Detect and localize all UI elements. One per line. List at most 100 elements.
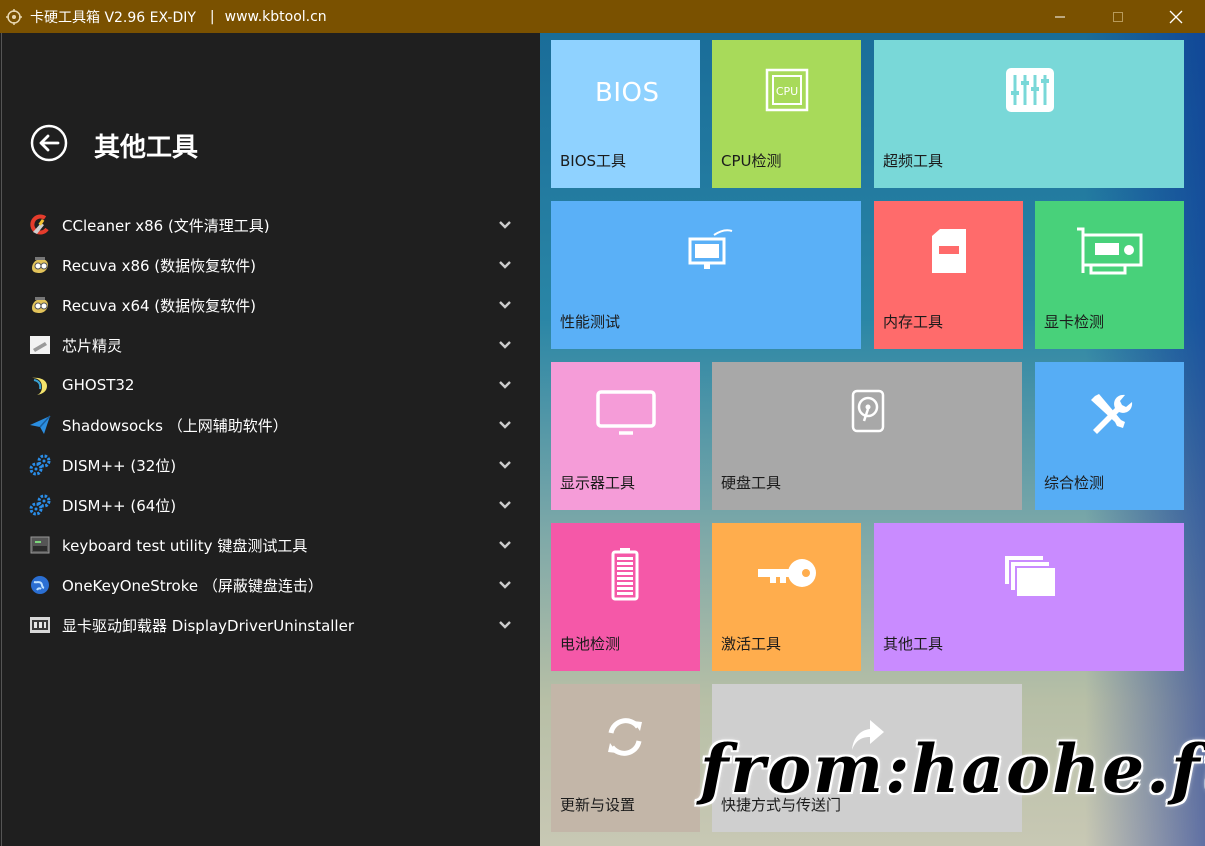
tool-item-chip-genius[interactable]: 芯片精灵 — [28, 325, 518, 365]
tool-item-dism-32[interactable]: DISM++ (32位) — [28, 445, 518, 485]
bios-chip-icon: BIOS — [595, 78, 660, 108]
recuva-icon — [28, 253, 52, 277]
tile-other-tools[interactable]: 其他工具 — [874, 523, 1184, 671]
tool-item-ddu[interactable]: 显卡驱动卸载器 DisplayDriverUninstaller — [28, 605, 518, 645]
app-url: www.kbtool.cn — [224, 8, 327, 25]
tile-comprehensive-check[interactable]: 综合检测 — [1035, 362, 1184, 510]
gears-icon — [28, 493, 52, 517]
tool-label: keyboard test utility 键盘测试工具 — [62, 536, 308, 555]
tile-label: 硬盘工具 — [721, 474, 782, 492]
tool-item-ghost32[interactable]: GHOST32 — [28, 365, 518, 405]
computer-benchmark-icon — [688, 229, 733, 269]
tile-activation-tools[interactable]: 激活工具 — [712, 523, 861, 671]
chevron-down-icon[interactable] — [498, 338, 512, 352]
tool-item-recuva-x64[interactable]: Recuva x64 (数据恢复软件) — [28, 285, 518, 325]
chevron-down-icon[interactable] — [498, 378, 512, 392]
chevron-down-icon[interactable] — [498, 298, 512, 312]
ddu-icon — [28, 613, 52, 637]
ccleaner-icon — [28, 213, 52, 237]
cpu-icon-text: CPU — [776, 85, 798, 98]
tile-overclock-tools[interactable]: 超频工具 — [874, 40, 1184, 188]
chevron-down-icon[interactable] — [498, 218, 512, 232]
tile-panel: BIOS BIOS工具 CPU CPU检测 超频工具 性能测试 内存工具 显卡检… — [540, 33, 1205, 846]
close-button[interactable] — [1147, 0, 1205, 33]
graphics-card-icon — [1077, 227, 1143, 275]
close-icon — [1169, 10, 1183, 23]
tile-label: 电池检测 — [560, 635, 621, 653]
key-icon — [758, 559, 816, 587]
chevron-down-icon[interactable] — [498, 418, 512, 432]
left-panel: 其他工具 CCleaner x86 (文件清理工具) Recuva x86 (数… — [1, 33, 541, 846]
tile-label: BIOS工具 — [560, 152, 627, 170]
chevron-down-icon[interactable] — [498, 498, 512, 512]
minimize-button[interactable] — [1031, 0, 1089, 33]
stacked-windows-icon — [1003, 554, 1057, 598]
tile-disk-tools[interactable]: 硬盘工具 — [712, 362, 1022, 510]
app-title: 卡硬工具箱 V2.96 EX-DIY — [30, 9, 196, 26]
tile-battery-check[interactable]: 电池检测 — [551, 523, 700, 671]
wrench-screwdriver-icon — [1091, 394, 1133, 434]
chevron-down-icon[interactable] — [498, 258, 512, 272]
page-title: 其他工具 — [94, 133, 199, 163]
paper-plane-icon — [28, 413, 52, 437]
tile-label: 其他工具 — [883, 635, 944, 653]
tool-item-keyboard-test[interactable]: keyboard test utility 键盘测试工具 — [28, 525, 518, 565]
chevron-down-icon[interactable] — [498, 458, 512, 472]
keyboard-icon — [28, 533, 52, 557]
tool-label: 芯片精灵 — [62, 336, 123, 355]
tool-label: 显卡驱动卸载器 DisplayDriverUninstaller — [62, 616, 354, 635]
tile-label: CPU检测 — [721, 152, 782, 170]
tool-item-onekeyonestroke[interactable]: OneKeyOneStroke （屏蔽键盘连击） — [28, 565, 518, 605]
tile-memory-tools[interactable]: 内存工具 — [874, 201, 1023, 349]
chevron-down-icon[interactable] — [498, 618, 512, 632]
chip-icon — [28, 333, 52, 357]
tool-item-dism-64[interactable]: DISM++ (64位) — [28, 485, 518, 525]
globe-icon — [28, 573, 52, 597]
tile-performance-test[interactable]: 性能测试 — [551, 201, 861, 349]
tool-item-shadowsocks[interactable]: Shadowsocks （上网辅助软件） — [28, 405, 518, 445]
watermark-text: from:haohe.fun — [700, 730, 1205, 808]
maximize-icon — [1113, 11, 1123, 22]
gears-icon — [28, 453, 52, 477]
tile-label: 综合检测 — [1044, 474, 1105, 492]
title-bar: 卡硬工具箱 V2.96 EX-DIY | www.kbtool.cn — [0, 0, 1205, 33]
tile-label: 超频工具 — [883, 152, 944, 170]
tool-label: DISM++ (32位) — [62, 456, 177, 475]
tile-label: 内存工具 — [883, 313, 944, 331]
tool-label: Recuva x86 (数据恢复软件) — [62, 256, 257, 275]
monitor-icon — [596, 390, 656, 435]
tool-label: Recuva x64 (数据恢复软件) — [62, 296, 257, 315]
refresh-icon — [608, 718, 642, 756]
tool-item-recuva-x86[interactable]: Recuva x86 (数据恢复软件) — [28, 245, 518, 285]
battery-icon — [611, 548, 639, 601]
minimize-icon — [1055, 16, 1065, 17]
tile-label: 性能测试 — [560, 313, 621, 331]
tool-label: DISM++ (64位) — [62, 496, 177, 515]
memory-card-icon — [932, 229, 966, 273]
back-arrow-icon[interactable] — [30, 124, 68, 162]
cpu-icon: CPU — [765, 68, 809, 112]
tile-label: 更新与设置 — [560, 796, 636, 814]
recuva-icon — [28, 293, 52, 317]
tool-label: CCleaner x86 (文件清理工具) — [62, 216, 270, 235]
tool-item-ccleaner-x86[interactable]: CCleaner x86 (文件清理工具) — [28, 205, 518, 245]
chevron-down-icon[interactable] — [498, 578, 512, 592]
tool-label: Shadowsocks （上网辅助软件） — [62, 416, 288, 435]
tool-list: CCleaner x86 (文件清理工具) Recuva x86 (数据恢复软件… — [28, 205, 518, 645]
tile-monitor-tools[interactable]: 显示器工具 — [551, 362, 700, 510]
tile-gpu-check[interactable]: 显卡检测 — [1035, 201, 1184, 349]
equalizer-sliders-icon — [1006, 68, 1054, 112]
tile-label: 激活工具 — [721, 635, 782, 653]
tile-bios-tools[interactable]: BIOS BIOS工具 — [551, 40, 700, 188]
ghost-icon — [28, 373, 52, 397]
hard-drive-icon — [851, 389, 885, 433]
tile-label: 显示器工具 — [560, 474, 636, 492]
tile-update-settings[interactable]: 更新与设置 — [551, 684, 700, 832]
tool-label: GHOST32 — [62, 376, 135, 394]
window-controls — [1031, 0, 1205, 33]
tile-label: 显卡检测 — [1044, 313, 1105, 331]
chevron-down-icon[interactable] — [498, 538, 512, 552]
tile-cpu-check[interactable]: CPU CPU检测 — [712, 40, 861, 188]
tool-label: OneKeyOneStroke （屏蔽键盘连击） — [62, 576, 323, 595]
maximize-button[interactable] — [1089, 0, 1147, 33]
